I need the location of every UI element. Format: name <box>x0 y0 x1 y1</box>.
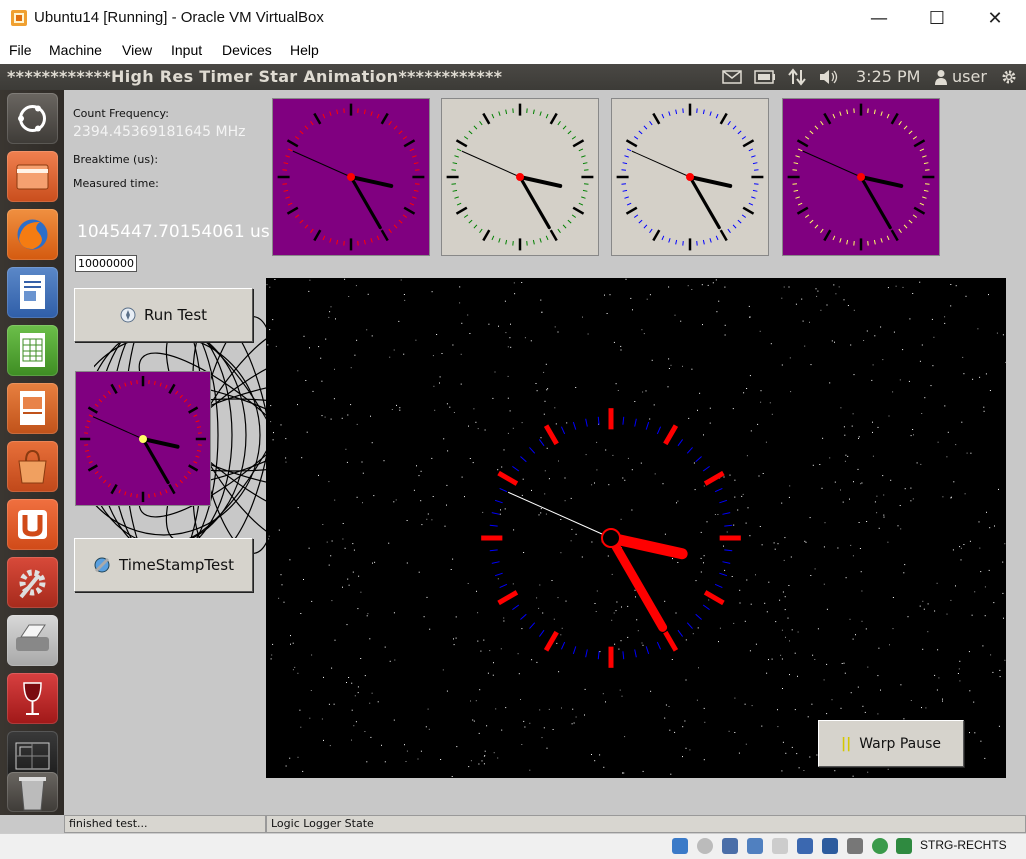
battery-icon[interactable] <box>754 70 776 84</box>
host-key-icon[interactable] <box>896 838 912 854</box>
run-test-button[interactable]: Run Test <box>74 288 253 342</box>
audio-icon[interactable] <box>722 838 738 854</box>
large-clock <box>473 400 749 676</box>
trash-icon[interactable] <box>7 772 58 812</box>
warp-pause-button[interactable]: || Warp Pause <box>818 720 964 767</box>
scanner-icon[interactable] <box>7 615 58 666</box>
system-settings-icon[interactable] <box>7 557 58 608</box>
software-center-icon[interactable] <box>7 441 58 492</box>
user-icon <box>934 69 948 85</box>
menu-help[interactable]: Help <box>290 42 319 58</box>
clock-face-1 <box>272 98 430 256</box>
menu-input[interactable]: Input <box>171 42 202 58</box>
ubuntu-launcher <box>0 90 64 815</box>
gear-icon[interactable] <box>1000 68 1018 86</box>
minimize-button[interactable]: — <box>862 6 896 32</box>
small-clock-face <box>75 371 211 506</box>
pause-icon: || <box>841 736 851 752</box>
starfield-canvas: || Warp Pause <box>266 278 1006 778</box>
panel-user[interactable]: user <box>952 67 987 86</box>
clock-face-2 <box>441 98 599 256</box>
writer-icon[interactable] <box>7 267 58 318</box>
network-icon[interactable] <box>788 68 806 86</box>
menu-devices[interactable]: Devices <box>222 42 272 58</box>
calc-icon[interactable] <box>7 325 58 376</box>
warp-pause-label: Warp Pause <box>859 736 941 752</box>
iterations-input[interactable] <box>75 255 137 272</box>
mouse-integration-icon[interactable] <box>872 838 888 854</box>
disk-icon[interactable] <box>672 838 688 854</box>
count-frequency-label: Count Frequency: <box>73 107 169 120</box>
wine-icon[interactable] <box>7 673 58 724</box>
volume-icon[interactable] <box>818 69 840 85</box>
virtualbox-logo-icon <box>10 9 28 27</box>
host-key-label: STRG-RECHTS <box>920 838 1007 852</box>
clock-face-3 <box>611 98 769 256</box>
breaktime-label: Breaktime (us): <box>73 153 158 166</box>
panel-window-title: ************High Res Timer Star Animatio… <box>7 67 502 86</box>
optical-drive-icon[interactable] <box>697 838 713 854</box>
status-right: Logic Logger State <box>266 815 1026 833</box>
measured-time-value: 1045447.70154061 us <box>77 222 270 242</box>
measured-time-label: Measured time: <box>73 177 159 190</box>
usb-icon[interactable] <box>772 838 788 854</box>
files-icon[interactable] <box>7 151 58 202</box>
ubuntu-top-panel: ************High Res Timer Star Animatio… <box>0 64 1026 90</box>
panel-clock[interactable]: 3:25 PM <box>856 67 920 86</box>
display-icon[interactable] <box>822 838 838 854</box>
firefox-icon[interactable] <box>7 209 58 260</box>
timestamp-test-button[interactable]: TimeStampTest <box>74 538 253 592</box>
globe-tool-icon <box>93 556 111 574</box>
app-window: Count Frequency: 2394.45369181645 MHz Br… <box>64 90 1026 815</box>
window-title: Ubuntu14 [Running] - Oracle VM VirtualBo… <box>34 9 324 26</box>
menu-machine[interactable]: Machine <box>49 42 102 58</box>
host-status-bar: STRG-RECHTS <box>0 833 1026 859</box>
count-frequency-value: 2394.45369181645 MHz <box>73 124 245 140</box>
impress-icon[interactable] <box>7 383 58 434</box>
status-left: finished test... <box>64 815 266 833</box>
ubuntu-dash-icon[interactable] <box>7 93 58 144</box>
mail-icon[interactable] <box>722 69 742 85</box>
maximize-button[interactable]: ☐ <box>920 6 954 32</box>
menu-view[interactable]: View <box>122 42 152 58</box>
ubuntu-one-icon[interactable] <box>7 499 58 550</box>
clock-face-4 <box>782 98 940 256</box>
cpu-icon[interactable] <box>847 838 863 854</box>
title-bar: Ubuntu14 [Running] - Oracle VM VirtualBo… <box>0 0 1026 38</box>
compass-icon <box>120 307 136 323</box>
run-test-label: Run Test <box>144 306 207 324</box>
menu-file[interactable]: File <box>9 42 32 58</box>
network-adapter-icon[interactable] <box>747 838 763 854</box>
menu-bar: File Machine View Input Devices Help <box>0 38 1026 64</box>
shared-folders-icon[interactable] <box>797 838 813 854</box>
timestamp-test-label: TimeStampTest <box>119 556 234 574</box>
close-button[interactable]: ✕ <box>978 6 1012 32</box>
